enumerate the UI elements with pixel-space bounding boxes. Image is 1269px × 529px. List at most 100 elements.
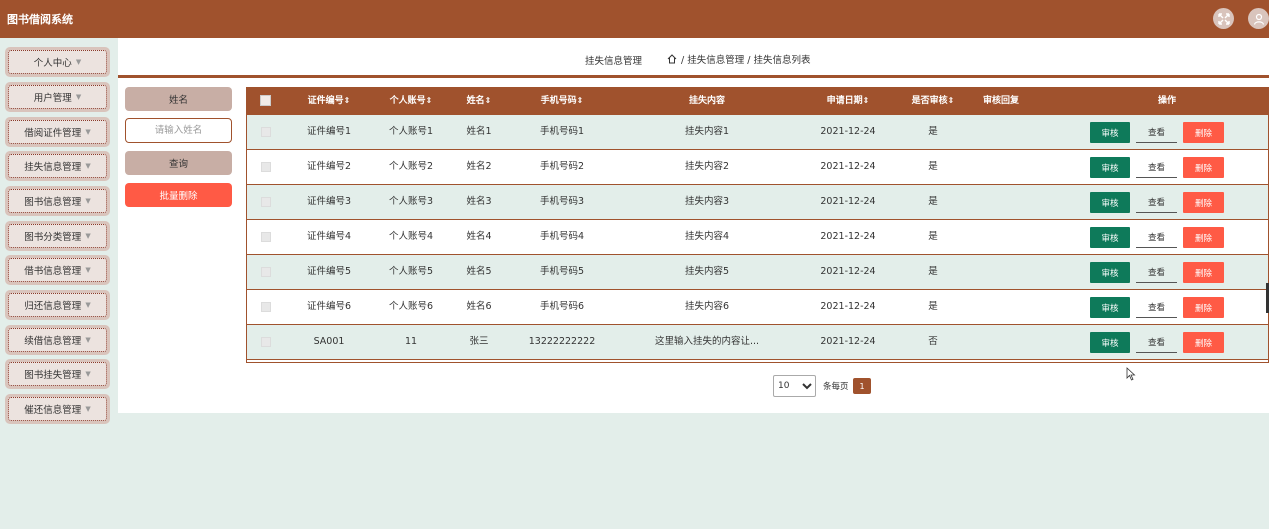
- cell-account: 个人账号1: [388, 126, 434, 137]
- sidebar-item-inner: 图书分类管理 ▼: [8, 224, 107, 248]
- column-header[interactable]: 挂失内容: [689, 87, 725, 115]
- sidebar-item-label: 用户管理: [33, 93, 72, 104]
- view-button[interactable]: 查看: [1136, 157, 1177, 178]
- row-checkbox[interactable]: [261, 267, 271, 277]
- user-icon[interactable]: [1248, 8, 1269, 29]
- delete-button[interactable]: 删除: [1183, 262, 1224, 283]
- cell-phone: 13222222222: [528, 336, 596, 347]
- delete-button[interactable]: 删除: [1183, 227, 1224, 248]
- sort-icon[interactable]: ⇕: [577, 96, 584, 105]
- audit-button[interactable]: 审核: [1090, 297, 1130, 318]
- cell-audited: 是: [928, 196, 938, 207]
- top-bar: 图书借阅系统: [0, 0, 1269, 38]
- view-button[interactable]: 查看: [1136, 262, 1177, 283]
- sort-icon[interactable]: ⇕: [485, 96, 492, 105]
- column-header[interactable]: 审核回复: [983, 87, 1019, 115]
- home-icon[interactable]: [667, 54, 677, 64]
- app-title: 图书借阅系统: [7, 13, 73, 26]
- sidebar-item-inner: 借书信息管理 ▼: [8, 258, 107, 282]
- column-header[interactable]: 手机号码⇕: [541, 87, 584, 115]
- table-row: 证件编号3 个人账号3 姓名3 手机号码3 挂失内容3 2021-12-24 是 审核 查看 删除: [247, 185, 1268, 220]
- sidebar-item-label: 续借信息管理: [24, 336, 82, 347]
- cell-account: 个人账号2: [388, 161, 434, 172]
- view-button[interactable]: 查看: [1136, 332, 1177, 353]
- chevron-down-icon: ▼: [85, 128, 91, 136]
- chevron-down-icon: ▼: [75, 58, 82, 66]
- row-checkbox[interactable]: [261, 127, 271, 137]
- sidebar-item[interactable]: 催还信息管理 ▼: [5, 394, 110, 424]
- sidebar-item-inner: 借阅证件管理 ▼: [8, 120, 107, 144]
- cell-phone: 手机号码6: [539, 301, 585, 312]
- column-header[interactable]: 操作: [1158, 87, 1176, 115]
- cell-phone: 手机号码5: [539, 266, 585, 277]
- sidebar-item[interactable]: 个人中心 ▼: [5, 47, 110, 77]
- sidebar-item[interactable]: 借书信息管理 ▼: [5, 255, 110, 285]
- cell-phone: 手机号码3: [539, 196, 585, 207]
- cell-audited: 否: [928, 336, 938, 347]
- row-checkbox[interactable]: [261, 302, 271, 312]
- fullscreen-icon[interactable]: [1213, 8, 1234, 29]
- sidebar-item[interactable]: 挂失信息管理 ▼: [5, 151, 110, 181]
- view-button[interactable]: 查看: [1136, 192, 1177, 213]
- cell-cert: SA001: [313, 336, 345, 347]
- row-checkbox[interactable]: [261, 337, 271, 347]
- column-header[interactable]: 个人账号⇕: [390, 87, 433, 115]
- cell-cert: 证件编号2: [306, 161, 352, 172]
- column-header[interactable]: 姓名⇕: [467, 87, 492, 115]
- chevron-down-icon: ▼: [85, 197, 91, 205]
- sidebar-item-label: 图书信息管理: [24, 197, 82, 208]
- row-checkbox[interactable]: [261, 232, 271, 242]
- cell-content: 挂失内容3: [684, 196, 730, 207]
- batch-delete-button[interactable]: 批量删除: [125, 183, 232, 207]
- delete-button[interactable]: 删除: [1183, 122, 1224, 143]
- delete-button[interactable]: 删除: [1183, 157, 1224, 178]
- cell-name: 张三: [469, 336, 489, 347]
- cell-date: 2021-12-24: [820, 126, 876, 137]
- sidebar-item[interactable]: 图书挂失管理 ▼: [5, 359, 110, 389]
- delete-button[interactable]: 删除: [1183, 332, 1224, 353]
- audit-button[interactable]: 审核: [1090, 192, 1130, 213]
- query-button[interactable]: 查询: [125, 151, 232, 175]
- sidebar-item[interactable]: 用户管理 ▼: [5, 82, 110, 112]
- page-button-current[interactable]: 1: [853, 378, 871, 394]
- audit-button[interactable]: 审核: [1090, 122, 1130, 143]
- view-button[interactable]: 查看: [1136, 297, 1177, 318]
- delete-button[interactable]: 删除: [1183, 297, 1224, 318]
- sidebar-item[interactable]: 图书分类管理 ▼: [5, 221, 110, 251]
- cell-cert: 证件编号5: [306, 266, 352, 277]
- search-name-label: 姓名: [125, 87, 232, 111]
- sidebar-item[interactable]: 归还信息管理 ▼: [5, 290, 110, 320]
- audit-button[interactable]: 审核: [1090, 157, 1130, 178]
- sort-icon[interactable]: ⇕: [863, 96, 870, 105]
- search-input[interactable]: [125, 118, 232, 143]
- row-checkbox[interactable]: [261, 162, 271, 172]
- chevron-down-icon: ▼: [85, 336, 91, 344]
- sort-icon[interactable]: ⇕: [948, 96, 955, 105]
- column-header[interactable]: 申请日期⇕: [827, 87, 870, 115]
- audit-button[interactable]: 审核: [1090, 262, 1130, 283]
- table-row: SA001 11 张三 13222222222 这里输入挂失的内容让... 2021-12…: [247, 325, 1268, 360]
- select-all-checkbox[interactable]: [260, 95, 271, 106]
- sidebar-item-label: 图书挂失管理: [24, 370, 82, 381]
- sort-icon[interactable]: ⇕: [344, 96, 351, 105]
- column-header-label: 是否审核: [911, 96, 948, 106]
- sidebar-item[interactable]: 续借信息管理 ▼: [5, 325, 110, 355]
- delete-button[interactable]: 删除: [1183, 192, 1224, 213]
- column-header[interactable]: 是否审核⇕: [912, 87, 955, 115]
- audit-button[interactable]: 审核: [1090, 332, 1130, 353]
- sort-icon[interactable]: ⇕: [426, 96, 433, 105]
- sidebar-item[interactable]: 图书信息管理 ▼: [5, 186, 110, 216]
- cell-name: 姓名5: [466, 266, 492, 277]
- row-checkbox[interactable]: [261, 197, 271, 207]
- sidebar-item[interactable]: 借阅证件管理 ▼: [5, 117, 110, 147]
- page-size-select[interactable]: 102050: [773, 375, 816, 397]
- view-button[interactable]: 查看: [1136, 227, 1177, 248]
- data-table: 证件编号⇕ 个人账号⇕ 姓名⇕ 手机号码⇕ 挂失内容 申请日期⇕ 是否审核⇕ 审核回复 操作 证…: [246, 87, 1269, 363]
- view-button[interactable]: 查看: [1136, 122, 1177, 143]
- cell-date: 2021-12-24: [820, 161, 876, 172]
- cell-name: 姓名2: [466, 161, 492, 172]
- cell-date: 2021-12-24: [820, 196, 876, 207]
- audit-button[interactable]: 审核: [1090, 227, 1130, 248]
- column-header[interactable]: 证件编号⇕: [308, 87, 351, 115]
- breadcrumb: / 挂失信息管理 / 挂失信息列表: [667, 52, 810, 66]
